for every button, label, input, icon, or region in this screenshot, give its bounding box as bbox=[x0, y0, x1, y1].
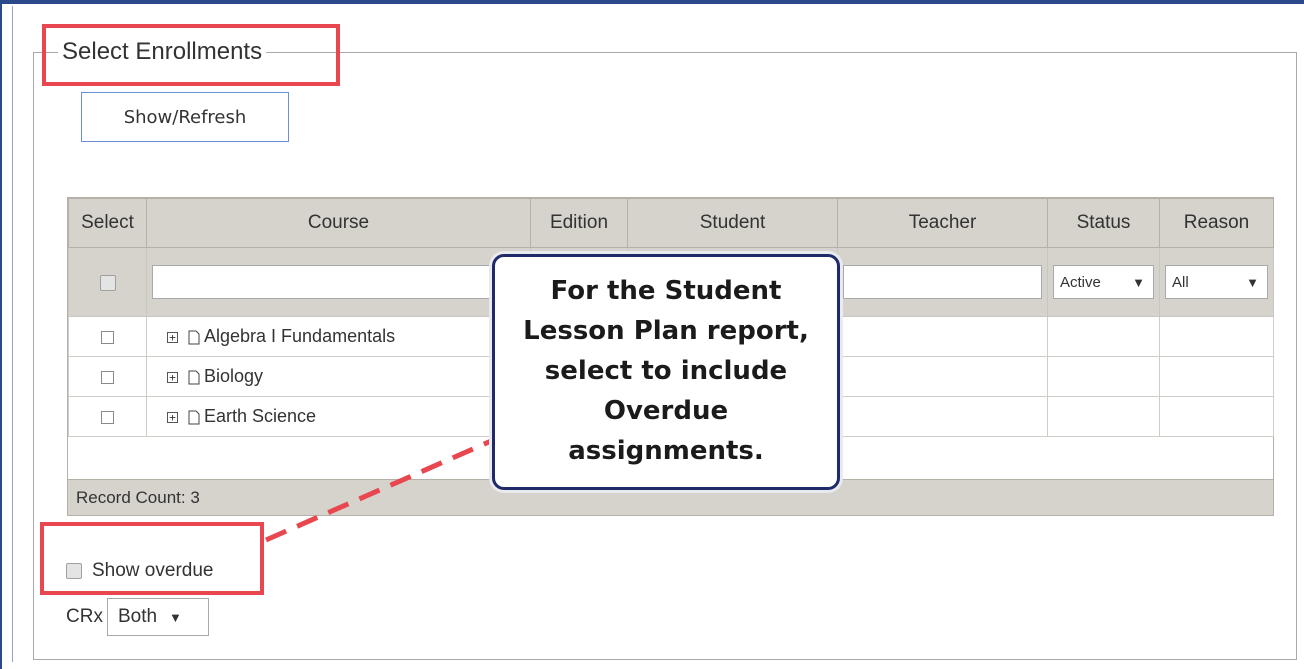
crx-select[interactable]: Both ▼ bbox=[106, 598, 209, 636]
show-overdue-label: Show overdue bbox=[92, 560, 214, 581]
crx-value: Both bbox=[117, 606, 158, 627]
overdue-highlight-box bbox=[40, 522, 264, 595]
crx-option: CRx Both ▼ bbox=[66, 598, 209, 636]
callout-tooltip: For the Student Lesson Plan report, sele… bbox=[492, 254, 840, 490]
dashed-pointer-line bbox=[264, 435, 500, 543]
show-overdue-checkbox[interactable] bbox=[66, 563, 82, 579]
crx-label: CRx bbox=[66, 606, 103, 627]
dropdown-arrow-icon: ▼ bbox=[169, 609, 182, 625]
show-overdue-option[interactable]: Show overdue bbox=[66, 560, 213, 582]
